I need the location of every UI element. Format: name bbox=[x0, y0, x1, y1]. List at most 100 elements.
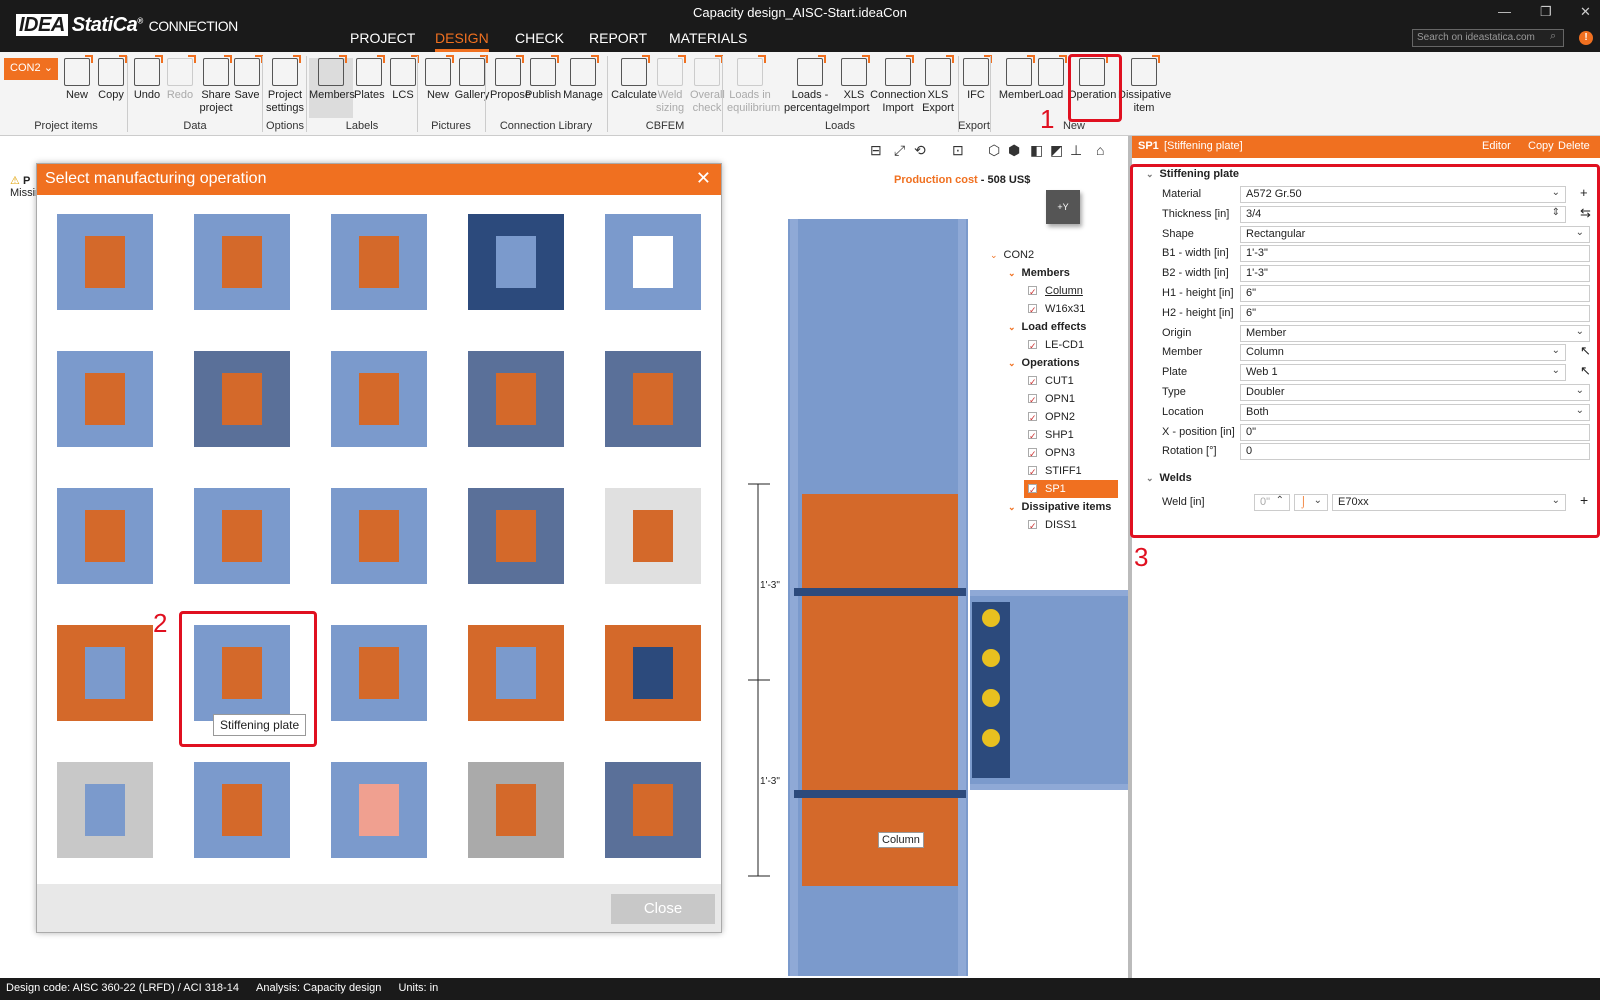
tree-item-dissipative[interactable]: DISS1 bbox=[1028, 516, 1077, 535]
operation-tile[interactable] bbox=[331, 351, 427, 447]
operation-tile[interactable] bbox=[331, 488, 427, 584]
operation-tile[interactable] bbox=[605, 625, 701, 721]
ribbon-button-lcs[interactable]: LCS bbox=[388, 55, 419, 102]
search-input[interactable]: Search on ideastatica.com bbox=[1412, 29, 1564, 47]
operation-tile[interactable] bbox=[57, 625, 153, 721]
ribbon-button-new[interactable]: New bbox=[423, 55, 454, 102]
chevron-down-icon[interactable]: ⌄ bbox=[1008, 502, 1016, 512]
ribbon-button-copy[interactable]: Copy bbox=[96, 55, 127, 102]
tree-item-operation[interactable]: STIFF1 bbox=[1028, 462, 1082, 481]
ribbon-button-xls-export[interactable]: XLS Export bbox=[918, 55, 958, 115]
menu-materials[interactable]: MATERIALS bbox=[669, 30, 747, 52]
close-button[interactable]: Close bbox=[611, 894, 715, 924]
tree-group-loads[interactable]: ⌄ Load effects bbox=[1008, 318, 1086, 336]
operation-tile[interactable] bbox=[331, 762, 427, 858]
close-window-button[interactable]: ✕ bbox=[1580, 4, 1591, 20]
tree-group-members[interactable]: ⌄ Members bbox=[1008, 264, 1070, 282]
tree-item-load[interactable]: LE-CD1 bbox=[1028, 336, 1084, 355]
checkbox[interactable] bbox=[1028, 517, 1037, 535]
menu-check[interactable]: CHECK bbox=[515, 30, 564, 52]
tree-item-member[interactable]: Column bbox=[1028, 282, 1083, 301]
tree-item-operation[interactable]: SHP1 bbox=[1028, 426, 1074, 445]
chevron-down-icon[interactable]: ⌄ bbox=[1008, 358, 1016, 368]
checkbox[interactable] bbox=[1028, 427, 1037, 445]
tree-item-operation[interactable]: CUT1 bbox=[1028, 372, 1074, 391]
operation-tile[interactable] bbox=[468, 214, 564, 310]
checkbox[interactable] bbox=[1028, 445, 1037, 463]
view-tool-icon[interactable]: ⬢ bbox=[1008, 142, 1020, 159]
ribbon-button-undo[interactable]: Undo bbox=[132, 55, 163, 102]
view-tool-icon[interactable]: ⊟ bbox=[870, 142, 882, 159]
copy-button[interactable]: Copy bbox=[1528, 140, 1554, 152]
checkbox[interactable] bbox=[1028, 337, 1037, 355]
operation-tile[interactable] bbox=[194, 488, 290, 584]
chevron-down-icon[interactable]: ⌄ bbox=[1008, 322, 1016, 332]
menu-project[interactable]: PROJECT bbox=[350, 30, 415, 52]
tree-item-operation[interactable]: OPN3 bbox=[1028, 444, 1075, 463]
tree-item-member[interactable]: W16x31 bbox=[1028, 300, 1085, 319]
checkbox[interactable] bbox=[1028, 463, 1037, 481]
ribbon-button-members[interactable]: Members bbox=[309, 55, 355, 118]
view-tool-icon[interactable]: ◧ bbox=[1030, 142, 1043, 159]
editor-button[interactable]: Editor bbox=[1482, 140, 1511, 152]
delete-button[interactable]: Delete bbox=[1558, 140, 1590, 152]
view-tool-icon[interactable]: ⊥ bbox=[1070, 142, 1082, 159]
operation-tile[interactable] bbox=[57, 214, 153, 310]
ribbon-button-share-project[interactable]: Share project bbox=[198, 55, 234, 115]
tree-item-operation[interactable]: SP1 bbox=[1024, 480, 1118, 499]
tree-item-operation[interactable]: OPN2 bbox=[1028, 408, 1075, 427]
operation-tile[interactable] bbox=[468, 488, 564, 584]
operation-tile[interactable] bbox=[331, 625, 427, 721]
checkbox[interactable] bbox=[1028, 391, 1037, 409]
tree-group-dissipative[interactable]: ⌄ Dissipative items bbox=[1008, 498, 1111, 516]
help-icon[interactable]: ! bbox=[1579, 31, 1593, 45]
view-tool-icon[interactable]: ⬡ bbox=[988, 142, 1000, 159]
operation-tile[interactable] bbox=[468, 351, 564, 447]
operation-tile[interactable] bbox=[194, 214, 290, 310]
connection-select[interactable]: CON2 ⌄ bbox=[4, 58, 58, 80]
close-icon[interactable]: ✕ bbox=[696, 168, 711, 189]
checkbox[interactable] bbox=[1028, 409, 1037, 427]
view-tool-icon[interactable]: ⤢ bbox=[894, 142, 905, 159]
tree-root[interactable]: ⌄ CON2 bbox=[990, 246, 1034, 264]
ribbon-button-load[interactable]: Load bbox=[1036, 55, 1067, 102]
search-icon[interactable]: ⌕ bbox=[1550, 30, 1556, 43]
ribbon-button-project-settings[interactable]: Project settings bbox=[266, 55, 304, 115]
checkbox[interactable] bbox=[1028, 481, 1037, 499]
menu-design[interactable]: DESIGN bbox=[435, 30, 489, 52]
chevron-down-icon[interactable]: ⌄ bbox=[990, 250, 998, 260]
ribbon-button-propose[interactable]: Propose bbox=[490, 55, 531, 102]
operation-tile[interactable] bbox=[194, 351, 290, 447]
ribbon-button-publish[interactable]: Publish bbox=[525, 55, 561, 102]
view-tool-icon[interactable]: ◩ bbox=[1050, 142, 1063, 159]
ribbon-button-member[interactable]: Member bbox=[998, 55, 1040, 102]
operation-tile[interactable] bbox=[605, 488, 701, 584]
checkbox[interactable] bbox=[1028, 373, 1037, 391]
ribbon-button-plates[interactable]: Plates bbox=[354, 55, 385, 102]
tree-group-operations[interactable]: ⌄ Operations bbox=[1008, 354, 1080, 372]
ribbon-button-new[interactable]: New bbox=[62, 55, 93, 102]
ribbon-button-dissipative-item[interactable]: Dissipative item bbox=[1118, 55, 1171, 115]
menu-report[interactable]: REPORT bbox=[589, 30, 647, 52]
tree-item-operation[interactable]: OPN1 bbox=[1028, 390, 1075, 409]
checkbox[interactable] bbox=[1028, 301, 1037, 319]
view-tool-icon[interactable]: ⊡ bbox=[952, 142, 964, 159]
operation-tile[interactable] bbox=[57, 351, 153, 447]
view-tool-icon[interactable]: ⟲ bbox=[914, 142, 926, 159]
ribbon-button-ifc[interactable]: IFC bbox=[963, 55, 992, 102]
operation-tile[interactable] bbox=[468, 762, 564, 858]
minimize-button[interactable]: — bbox=[1498, 4, 1511, 19]
view-tool-icon[interactable]: ⌂ bbox=[1096, 142, 1104, 158]
operation-tile[interactable] bbox=[468, 625, 564, 721]
operation-tile[interactable] bbox=[605, 762, 701, 858]
checkbox[interactable] bbox=[1028, 283, 1037, 301]
ribbon-button-xls-import[interactable]: XLS Import bbox=[837, 55, 871, 115]
ribbon-button-save[interactable]: Save bbox=[232, 55, 263, 102]
chevron-down-icon[interactable]: ⌄ bbox=[1008, 268, 1016, 278]
ribbon-button-calculate[interactable]: Calculate bbox=[611, 55, 657, 102]
operation-tile[interactable] bbox=[605, 351, 701, 447]
operation-tile[interactable] bbox=[57, 762, 153, 858]
ribbon-button-manage[interactable]: Manage bbox=[563, 55, 603, 102]
operation-tile[interactable] bbox=[194, 762, 290, 858]
ribbon-button-loads-percentage[interactable]: Loads - percentage bbox=[784, 55, 839, 115]
